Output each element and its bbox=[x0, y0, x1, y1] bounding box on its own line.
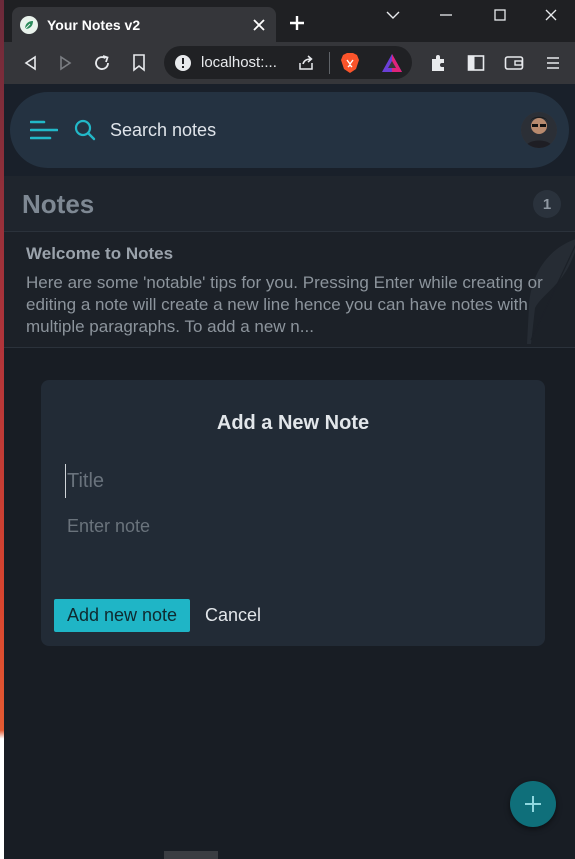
extensions-button[interactable] bbox=[426, 51, 450, 75]
new-tab-button[interactable] bbox=[286, 12, 308, 34]
note-input[interactable] bbox=[67, 516, 523, 546]
brave-lion-icon[interactable] bbox=[340, 52, 360, 74]
sidebar-button[interactable] bbox=[464, 51, 488, 75]
divider bbox=[329, 51, 330, 74]
add-note-button[interactable]: Add new note bbox=[54, 599, 190, 632]
close-icon[interactable] bbox=[250, 16, 268, 34]
note-title: Welcome to Notes bbox=[26, 244, 174, 263]
brave-rewards-icon bbox=[382, 54, 402, 72]
plus-icon bbox=[290, 16, 304, 30]
notes-section-header: Notes 1 bbox=[4, 176, 575, 232]
note-preview: Here are some 'notable' tips for you. Pr… bbox=[26, 273, 543, 336]
share-icon[interactable] bbox=[297, 54, 315, 72]
reload-button[interactable] bbox=[90, 51, 114, 75]
browser-toolbar: localhost:... bbox=[4, 42, 575, 84]
back-icon bbox=[24, 55, 36, 71]
add-note-dialog: Add a New Note Add new note Cancel bbox=[41, 380, 545, 646]
notes-app: Search notes Notes 1 Welcome to Notes He… bbox=[4, 84, 575, 859]
note-item[interactable]: Welcome to Notes Here are some 'notable'… bbox=[4, 232, 575, 348]
minimize-button[interactable] bbox=[434, 5, 458, 25]
forward-button[interactable] bbox=[54, 51, 78, 75]
plus-icon bbox=[525, 796, 541, 812]
sidebar-icon bbox=[467, 55, 485, 71]
maximize-icon bbox=[494, 9, 506, 21]
address-bar[interactable]: localhost:... bbox=[164, 46, 412, 79]
menu-icon bbox=[547, 57, 559, 69]
back-button[interactable] bbox=[18, 51, 42, 75]
chevron-down-icon bbox=[386, 11, 400, 19]
menu-button[interactable] bbox=[541, 51, 565, 75]
add-note-fab[interactable] bbox=[510, 781, 556, 827]
bookmark-button[interactable] bbox=[127, 51, 151, 75]
title-input[interactable] bbox=[65, 464, 521, 498]
browser-tabstrip: Your Notes v2 bbox=[4, 0, 575, 42]
browser-tab-active[interactable]: Your Notes v2 bbox=[12, 7, 276, 42]
search-input[interactable]: Search notes bbox=[110, 120, 521, 141]
close-icon bbox=[545, 9, 557, 21]
notes-heading: Notes bbox=[22, 189, 95, 219]
avatar[interactable] bbox=[521, 112, 557, 148]
notes-count-badge: 1 bbox=[533, 190, 561, 218]
maximize-button[interactable] bbox=[488, 5, 512, 25]
leaf-icon bbox=[20, 15, 38, 34]
extensions-icon bbox=[432, 55, 444, 71]
minimize-icon bbox=[440, 14, 452, 16]
wallet-icon bbox=[504, 56, 524, 70]
cancel-button[interactable]: Cancel bbox=[205, 599, 261, 632]
window-close-button[interactable] bbox=[539, 5, 563, 25]
dialog-title: Add a New Note bbox=[216, 412, 370, 434]
tab-title: Your Notes v2 bbox=[47, 16, 141, 33]
reload-icon bbox=[95, 55, 109, 70]
app-header: Search notes bbox=[4, 84, 575, 176]
bookmark-icon bbox=[133, 54, 145, 72]
hamburger-icon[interactable] bbox=[30, 120, 58, 140]
brave-rewards-button[interactable] bbox=[380, 51, 404, 75]
horizontal-scrollbar-thumb[interactable] bbox=[164, 851, 218, 859]
url-text: localhost:... bbox=[201, 54, 277, 71]
wallet-button[interactable] bbox=[502, 51, 526, 75]
info-icon[interactable] bbox=[174, 54, 192, 72]
tab-search-button[interactable] bbox=[381, 5, 405, 25]
search-bar[interactable]: Search notes bbox=[10, 92, 569, 168]
search-icon bbox=[74, 119, 96, 141]
forward-icon bbox=[60, 55, 72, 71]
